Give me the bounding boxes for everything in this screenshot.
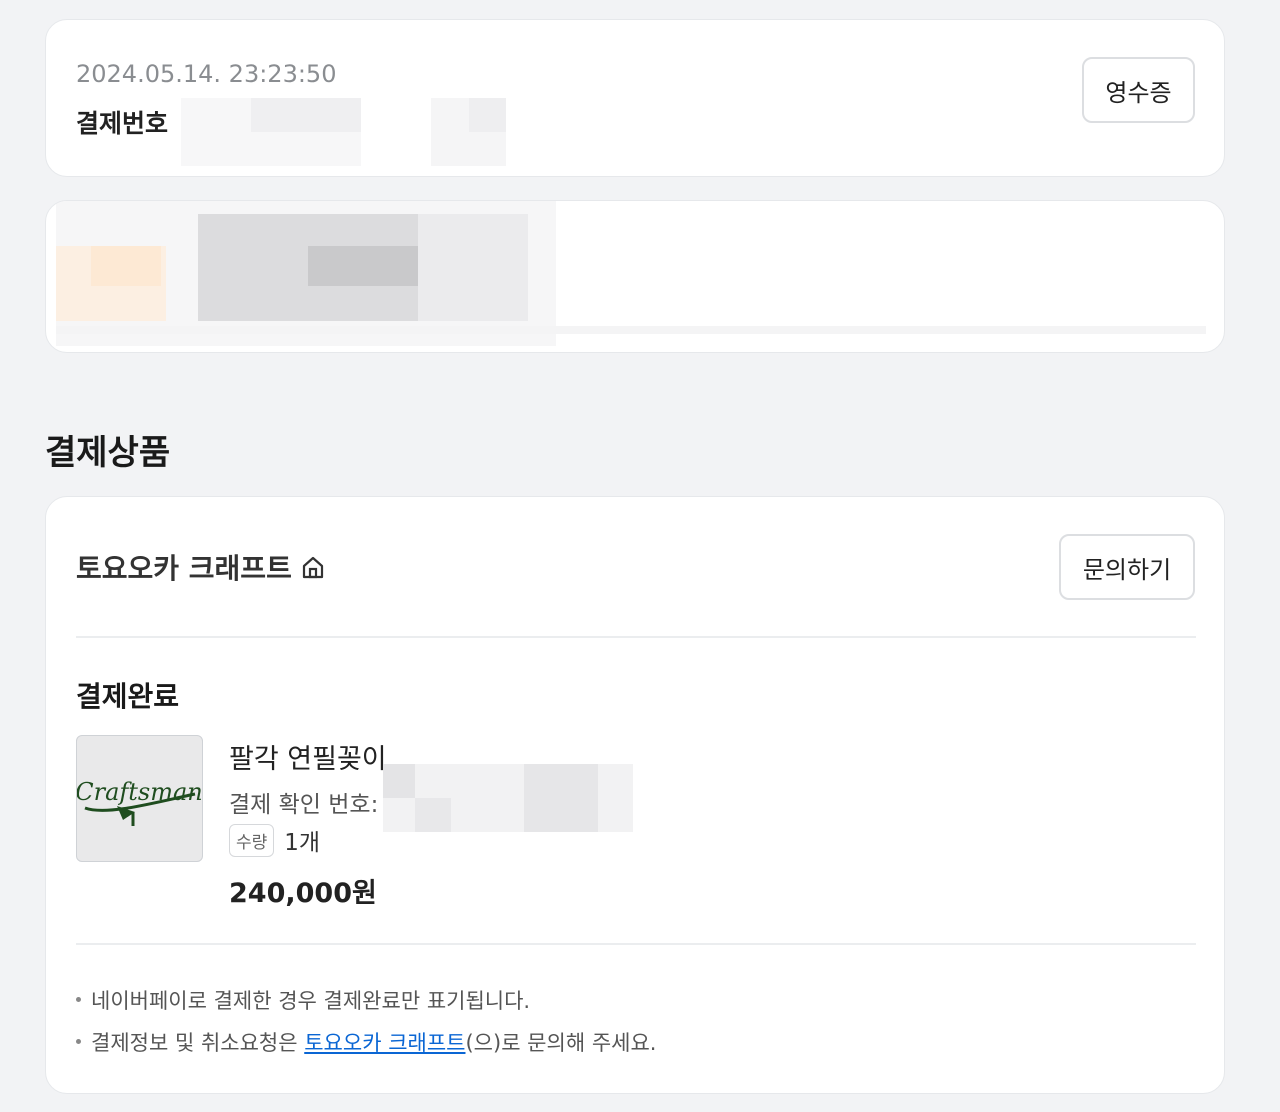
svg-text:Craftsman: Craftsman	[77, 778, 202, 806]
product-price: 240,000원	[229, 878, 377, 909]
bullet	[76, 1038, 81, 1044]
confirm-number-label: 결제 확인 번호:	[229, 792, 379, 818]
divider	[76, 636, 1196, 638]
order-info-card: 2024.05.14. 23:23:50 결제번호 영수증	[45, 19, 1225, 177]
store-name-link[interactable]: 토요오카 크래프트	[76, 547, 326, 587]
order-number-label: 결제번호	[76, 109, 169, 138]
store-link[interactable]: 토요오카 크래프트	[304, 1031, 465, 1055]
note-line-2: 결제정보 및 취소요청은 토요오카 크래프트(으)로 문의해 주세요.	[76, 1027, 656, 1057]
receipt-button[interactable]: 영수증	[1082, 57, 1195, 123]
payment-status: 결제완료	[76, 680, 180, 713]
bullet	[76, 996, 81, 1002]
store-name: 토요오카 크래프트	[76, 552, 292, 585]
home-icon	[300, 554, 326, 580]
product-card: 토요오카 크래프트 문의하기 결제완료 Craftsman 팔각 연필꽂이 결제…	[45, 496, 1225, 1094]
order-datetime: 2024.05.14. 23:23:50	[76, 60, 337, 88]
inquiry-button[interactable]: 문의하기	[1059, 534, 1195, 600]
redacted-card	[45, 200, 1225, 353]
quantity-row: 수량 1개	[229, 823, 320, 857]
note-line-1: 네이버페이로 결제한 경우 결제완료만 표기됩니다.	[76, 985, 530, 1015]
craftsman-logo: Craftsman	[77, 778, 202, 826]
product-name[interactable]: 팔각 연필꽂이	[229, 737, 387, 776]
quantity-value: 1개	[284, 830, 321, 856]
section-title: 결제상품	[45, 433, 171, 473]
divider	[76, 943, 1196, 945]
product-thumbnail[interactable]: Craftsman	[76, 735, 203, 862]
quantity-badge: 수량	[229, 823, 275, 857]
